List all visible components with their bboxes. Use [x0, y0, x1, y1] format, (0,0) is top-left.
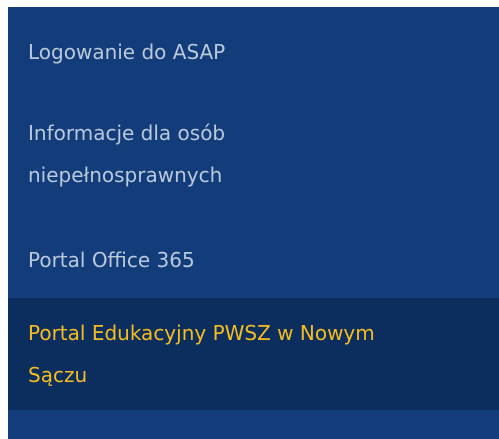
- menu-item-portal-office-365[interactable]: Portal Office 365: [8, 239, 499, 281]
- menu-item-logowanie-asap[interactable]: Logowanie do ASAP: [8, 31, 499, 73]
- menu-item-label: Portal Edukacyjny PWSZ w Nowym Sączu: [28, 321, 375, 387]
- menu-item-informacje-niepelnosprawni[interactable]: Informacje dla osób niepełnosprawnych: [8, 112, 499, 196]
- menu-item-label: Portal Office 365: [28, 248, 195, 272]
- menu-bottom-strip: [8, 410, 499, 439]
- menu-item-portal-edukacyjny[interactable]: Portal Edukacyjny PWSZ w Nowym Sączu: [8, 298, 499, 410]
- side-menu: Logowanie do ASAP Informacje dla osób ni…: [8, 7, 499, 439]
- menu-item-label: Informacje dla osób niepełnosprawnych: [28, 121, 226, 187]
- menu-item-label: Logowanie do ASAP: [28, 40, 226, 64]
